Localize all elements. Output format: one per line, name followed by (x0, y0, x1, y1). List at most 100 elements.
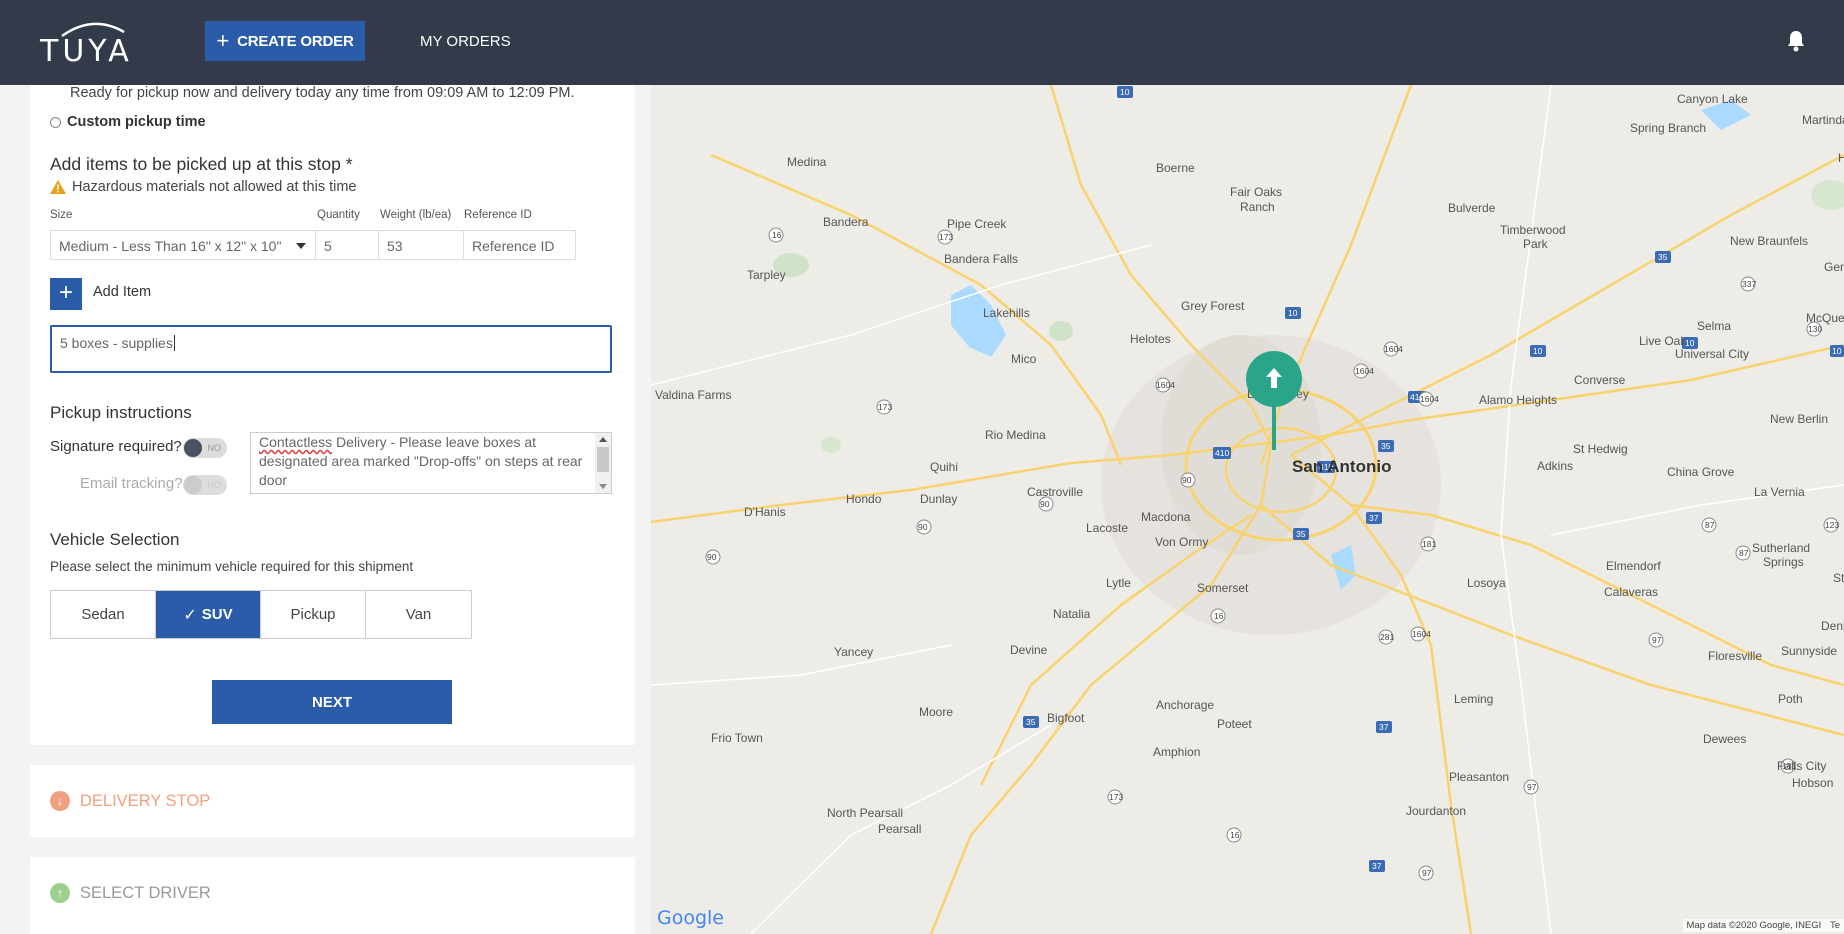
google-logo[interactable]: Google (657, 907, 724, 929)
svg-text:410: 410 (1215, 448, 1229, 458)
chevron-down-icon (296, 243, 306, 249)
svg-text:90: 90 (1040, 499, 1050, 509)
svg-text:123: 123 (1825, 520, 1839, 530)
svg-text:181: 181 (1422, 539, 1436, 549)
plus-icon: + (58, 279, 73, 306)
map-attribution-tail: Te (1829, 920, 1840, 931)
place-label: Pipe Creek (947, 217, 1007, 231)
svg-text:35: 35 (1658, 252, 1668, 262)
place-label: Canyon Lake (1677, 92, 1748, 106)
place-label: Elmendorf (1606, 559, 1661, 573)
svg-text:37: 37 (1369, 513, 1379, 523)
add-item-label[interactable]: Add Item (93, 284, 151, 300)
place-label: Bulverde (1448, 201, 1496, 215)
svg-text:1604: 1604 (1355, 366, 1374, 376)
scroll-down-icon[interactable] (599, 484, 607, 489)
place-label: La Vernia (1754, 485, 1805, 499)
vehicle-option-sedan[interactable]: Sedan (51, 591, 156, 638)
toggle-knob (184, 439, 202, 457)
vehicle-option-label: Pickup (290, 606, 336, 623)
custom-pickup-radio[interactable] (50, 116, 61, 128)
quantity-input[interactable]: 5 (315, 230, 379, 260)
place-label: Converse (1574, 373, 1626, 387)
place-label: North Pearsall (827, 806, 903, 820)
place-label: Dewees (1703, 732, 1746, 746)
place-label: Adkins (1537, 459, 1573, 473)
scroll-up-icon[interactable] (599, 437, 607, 442)
svg-text:35: 35 (1026, 717, 1036, 727)
svg-text:35: 35 (1381, 441, 1391, 451)
map-view[interactable]: 10 10 410 410 410 35 35 37 37 37 35 35 1… (651, 85, 1844, 934)
map-attribution[interactable]: Map data ©2020 Google, INEGI Te (1682, 919, 1844, 932)
place-label: Hunter (1838, 151, 1844, 165)
vehicle-option-pickup[interactable]: Pickup (261, 591, 366, 638)
checkmark-icon: ✓ (183, 606, 197, 624)
size-select[interactable]: Medium - Less Than 16" x 12" x 10" (50, 230, 316, 260)
svg-text:10: 10 (1832, 346, 1842, 356)
textarea-scrollbar[interactable] (595, 433, 611, 493)
place-label: Live Oak (1639, 334, 1687, 348)
place-label: Anchorage (1156, 698, 1214, 712)
item-notes-input[interactable]: 5 boxes - supplies (50, 325, 612, 373)
weight-input[interactable]: 53 (378, 230, 464, 260)
place-label: Pleasanton (1449, 770, 1509, 784)
select-driver-card[interactable]: ↑ SELECT DRIVER (30, 857, 635, 934)
delivery-stop-header[interactable]: ↓ DELIVERY STOP (50, 791, 210, 811)
email-tracking-label: Email tracking? (80, 475, 183, 492)
place-label: Poteet (1217, 717, 1252, 731)
svg-text:97: 97 (1652, 635, 1662, 645)
pickup-instructions-textarea[interactable]: Contactless Delivery - Please leave boxe… (250, 432, 612, 494)
vehicle-option-van[interactable]: Van (366, 591, 471, 638)
place-label: Lytle (1106, 576, 1131, 590)
place-label: Valdina Farms (655, 388, 731, 402)
ready-for-pickup-text: Ready for pickup now and delivery today … (70, 85, 575, 101)
place-label: Bandera Falls (944, 252, 1018, 266)
place-label: Quihi (930, 460, 958, 474)
place-label: China Grove (1667, 465, 1735, 479)
place-label: Tarpley (747, 268, 786, 282)
svg-text:90: 90 (1182, 475, 1192, 485)
select-driver-header[interactable]: ↑ SELECT DRIVER (50, 883, 211, 903)
svg-text:1604: 1604 (1384, 344, 1403, 354)
svg-text:87: 87 (1705, 520, 1715, 530)
pickup-location-pin[interactable] (1245, 350, 1303, 460)
place-label: Springs (1763, 555, 1804, 569)
place-label: D'Hanis (744, 505, 786, 519)
tuya-logo[interactable]: TUYA (40, 20, 145, 69)
place-label: Pearsall (878, 822, 921, 836)
svg-text:10: 10 (1120, 87, 1130, 97)
place-label: Stockdale (1833, 571, 1844, 585)
signature-toggle[interactable]: NO (183, 438, 227, 458)
reference-id-input[interactable]: Reference ID (463, 230, 576, 260)
map-canvas[interactable]: 10 10 410 410 410 35 35 37 37 37 35 35 1… (651, 85, 1844, 934)
bell-icon[interactable] (1784, 29, 1808, 53)
plus-icon: + (216, 28, 230, 53)
svg-text:16: 16 (1214, 611, 1224, 621)
next-button[interactable]: NEXT (212, 680, 452, 724)
svg-text:16: 16 (772, 230, 782, 240)
place-label: Rio Medina (985, 428, 1046, 442)
place-label: Jourdanton (1406, 804, 1466, 818)
place-label: Macdona (1141, 510, 1191, 524)
hazard-warning: Hazardous materials not allowed at this … (50, 179, 357, 195)
place-label: Lacoste (1086, 521, 1128, 535)
park-area (1811, 180, 1844, 210)
svg-text:37: 37 (1379, 722, 1389, 732)
item-notes-value: 5 boxes - supplies (60, 335, 173, 351)
add-item-button[interactable]: + (50, 278, 82, 310)
custom-pickup-time-option[interactable]: Custom pickup time (50, 114, 206, 130)
email-tracking-toggle[interactable]: NO (183, 475, 227, 495)
svg-text:1604: 1604 (1420, 394, 1439, 404)
place-label: Medina (787, 155, 827, 169)
delivery-stop-card[interactable]: ↓ DELIVERY STOP (30, 765, 635, 837)
toggle-state-text: NO (207, 480, 222, 490)
place-label: New Berlin (1770, 412, 1828, 426)
warning-icon (50, 180, 66, 194)
my-orders-link[interactable]: MY ORDERS (420, 33, 511, 50)
place-label: Moore (919, 705, 953, 719)
vehicle-option-suv[interactable]: ✓ SUV (156, 591, 261, 638)
create-order-button[interactable]: + CREATE ORDER (205, 21, 365, 61)
scroll-thumb[interactable] (597, 447, 609, 472)
svg-text:1604: 1604 (1412, 629, 1431, 639)
svg-text:97: 97 (1527, 782, 1537, 792)
